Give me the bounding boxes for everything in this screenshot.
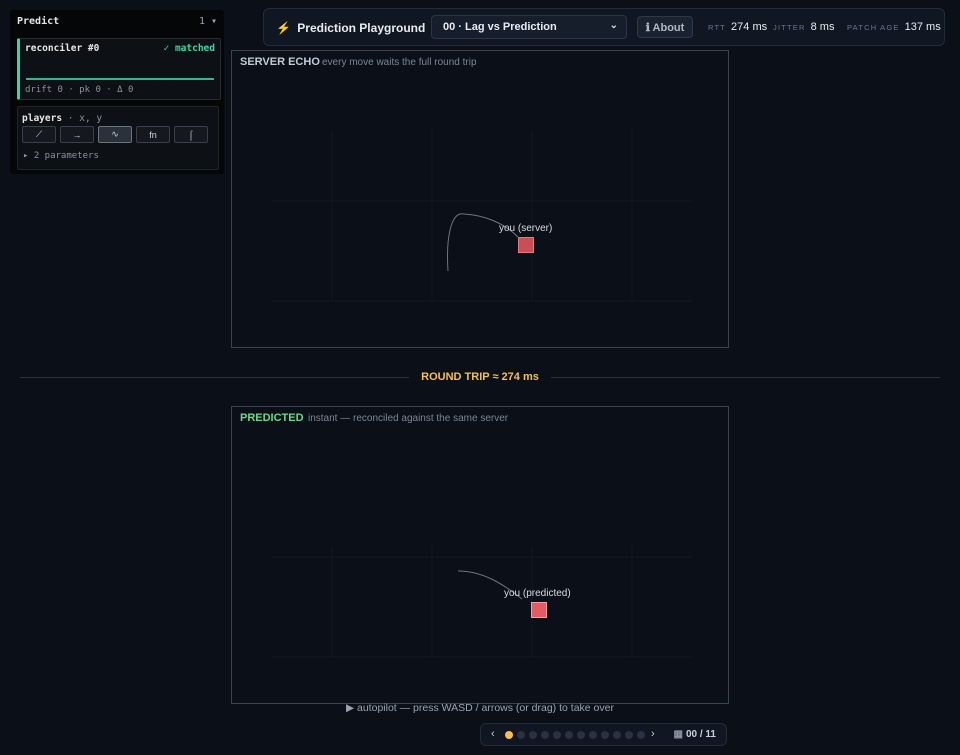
app-title: ⚡ Prediction Playground [276,21,426,35]
tool-step-button[interactable]: → [60,126,94,143]
panel-title: Predict [17,16,60,27]
tool-wave-button[interactable]: ∿ [98,126,132,143]
parameters-toggle[interactable]: ▸ 2 parameters [23,151,99,161]
bolt-icon: ⚡ [276,21,291,35]
tool-row: ⟋ → ∿ fn ⌠ [22,126,208,143]
predict-panel: Predict 1 ▾ reconciler #0 ✓ matched drif… [10,10,224,174]
step-dot[interactable] [505,731,513,739]
next-step-button[interactable]: › [651,728,655,740]
step-dot[interactable] [601,731,609,739]
tool-linear-button[interactable]: ⟋ [22,126,56,143]
step-dot[interactable] [577,731,585,739]
server-pane-label: SERVER ECHO [240,56,320,68]
autopilot-hint: ▶ autopilot — press WASD / arrows (or dr… [346,702,614,714]
predicted-avatar-label: you (predicted) [504,588,571,599]
step-dot[interactable] [589,731,597,739]
step-dot[interactable] [517,731,525,739]
tool-curve-button[interactable]: ⌠ [174,126,208,143]
players-fields: · x, y [67,113,103,124]
jitter-stat: JITTER 8 ms [773,21,835,33]
grid-icon: ▦ [673,729,683,740]
rtt-stat: RTT 274 ms [708,21,768,33]
predicted-avatar [531,602,547,618]
patch-age-stat: PATCH AGE 137 ms [847,21,941,33]
reconciler-card[interactable]: reconciler #0 ✓ matched drift 0 · pk 0 ·… [17,38,221,100]
reconciler-status: ✓ matched [163,43,215,54]
players-card: players · x, y ⟋ → ∿ fn ⌠ ▸ 2 parameters [17,106,219,170]
step-dot[interactable] [625,731,633,739]
predicted-pane[interactable]: PREDICTED instant — reconciled against t… [231,406,729,704]
tool-function-button[interactable]: fn [136,126,170,143]
step-dot[interactable] [637,731,645,739]
step-dot[interactable] [529,731,537,739]
reconciler-name: reconciler #0 [25,43,100,54]
step-dot[interactable] [541,731,549,739]
server-echo-pane[interactable]: SERVER ECHO every move waits the full ro… [231,50,729,348]
top-bar: ⚡ Prediction Playground 00 · Lag vs Pred… [263,8,945,46]
scenario-select[interactable]: 00 · Lag vs Prediction ⌄ [431,15,627,39]
step-pager: ‹ › ▦ 00 / 11 [480,723,727,746]
server-avatar-label: you (server) [499,223,553,234]
step-counter: ▦ 00 / 11 [673,729,716,740]
predicted-pane-subtitle: instant — reconciled against the same se… [308,413,509,424]
round-trip-label: ROUND TRIP ≈ 274 ms [409,371,551,383]
reconciler-drift-stats: drift 0 · pk 0 · Δ 0 [25,85,134,95]
predicted-pane-label: PREDICTED [240,412,304,424]
step-dots [505,731,645,739]
predicted-trail [272,547,692,658]
server-trail [272,131,692,302]
step-dot[interactable] [565,731,573,739]
step-dot[interactable] [553,731,561,739]
step-dot[interactable] [613,731,621,739]
server-pane-subtitle: every move waits the full round trip [322,57,477,68]
server-avatar [518,237,534,253]
players-label: players · x, y [22,113,103,124]
about-button[interactable]: ℹ About [637,16,693,38]
reconciler-drift-line [26,78,214,80]
prev-step-button[interactable]: ‹ [491,728,495,740]
chevron-down-icon: ⌄ [609,20,618,31]
panel-count-dropdown[interactable]: 1 ▾ [199,16,217,27]
